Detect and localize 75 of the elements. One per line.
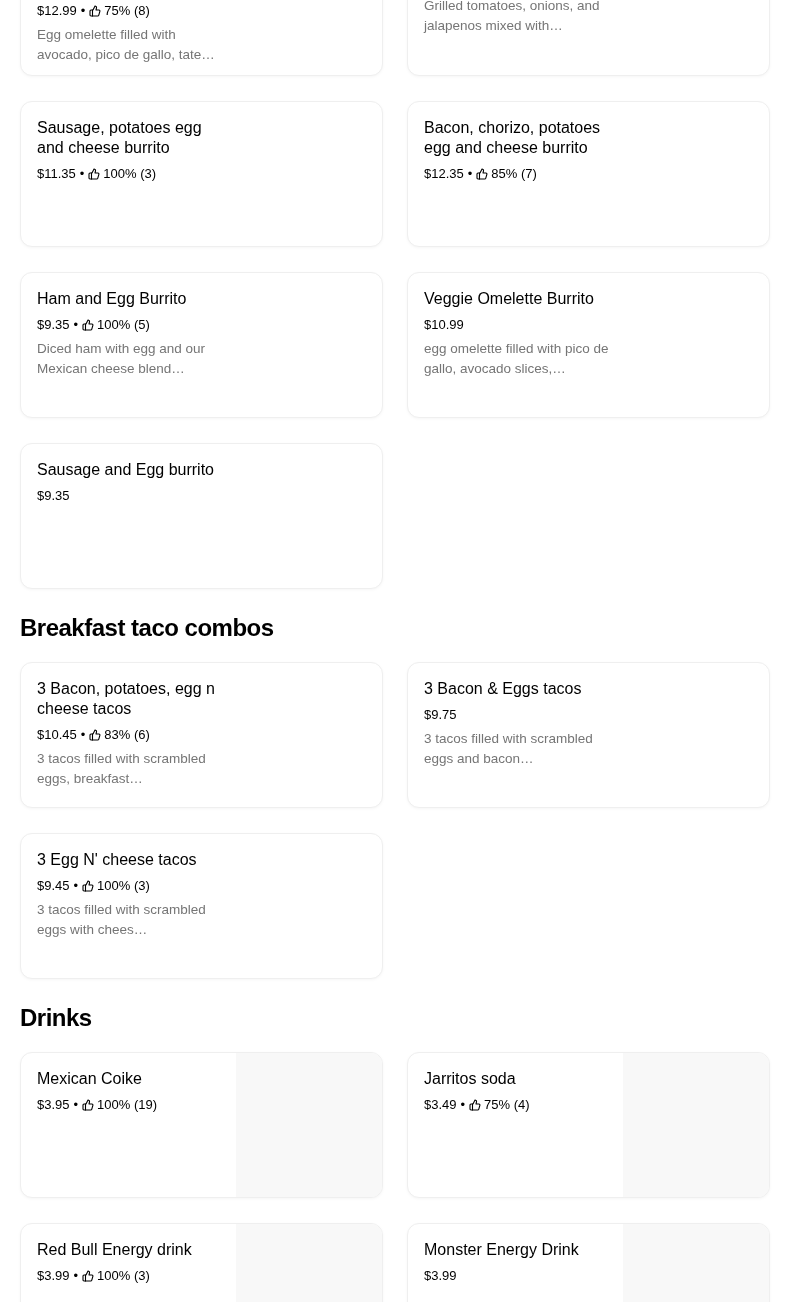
item-rating: 75% (8)	[104, 2, 150, 20]
separator-dot: •	[73, 1096, 79, 1114]
item-price: $9.35	[37, 487, 70, 505]
item-rating: 100% (3)	[103, 165, 157, 183]
item-title: 3 Bacon, potatoes, egg n cheese tacos	[37, 679, 216, 719]
item-price: $3.95	[37, 1096, 70, 1114]
menu-item-card[interactable]: Sausage, potatoes egg and cheese burrito $11.35 • 100% (3)	[20, 101, 383, 247]
item-rating: 100% (3)	[97, 877, 150, 895]
separator-dot: •	[80, 726, 86, 744]
item-description: egg omelette filled with pico de gallo, avocado slices,…	[424, 340, 610, 378]
thumbs-up-icon	[82, 1270, 95, 1282]
item-rating: 100% (5)	[97, 316, 150, 334]
item-price: $10.99	[424, 316, 464, 334]
thumbs-up-icon	[469, 1099, 482, 1111]
item-description: Diced ham with egg and our Mexican cheese blend…	[37, 340, 207, 378]
separator-dot: •	[73, 316, 79, 334]
item-description: 3 tacos filled with scrambled eggs and bacon…	[424, 730, 594, 768]
section-heading: Breakfast taco combos	[20, 613, 275, 643]
item-price: $9.35	[37, 316, 70, 334]
menu-item-card[interactable]: 3 Bacon & Eggs tacos $9.75 3 tacos filled with scrambled eggs and bacon…	[407, 662, 770, 808]
item-rating: 100% (3)	[97, 1267, 150, 1285]
item-price: $9.45	[37, 877, 70, 895]
menu-item-card[interactable]: Grilled tomatoes, onions, and jalapenos mixed with…	[407, 0, 770, 76]
item-title: Veggie Omelette Burrito	[424, 289, 595, 309]
separator-dot: •	[460, 1096, 466, 1114]
item-title: Monster Energy Drink	[424, 1240, 580, 1260]
item-title: Sausage and Egg burrito	[37, 460, 215, 480]
item-price: $11.35	[37, 165, 76, 183]
item-title: Bacon, chorizo, potatoes egg and cheese burrito	[424, 118, 602, 158]
item-price: $3.49	[424, 1096, 457, 1114]
item-description: Egg omelette filled with avocado, pico de gallo, tate…	[37, 26, 216, 64]
item-title: Ham and Egg Burrito	[37, 289, 188, 309]
item-title: 3 Bacon & Eggs tacos	[424, 679, 583, 699]
menu-item-card[interactable]: Monster Energy Drink $3.99	[407, 1223, 770, 1302]
menu-item-card[interactable]: Ham and Egg Burrito $9.35 • 100% (5) Diced ham with egg and our Mexican cheese blend…	[20, 272, 383, 418]
menu-item-card[interactable]: $12.99 • 75% (8) Egg omelette filled with avocado, pico de gallo, tate…	[20, 0, 383, 76]
item-price: $9.75	[424, 706, 457, 724]
item-rating: 75% (4)	[484, 1096, 530, 1114]
section-heading: Drinks	[20, 1003, 93, 1033]
item-price: $10.45	[37, 726, 77, 744]
menu-item-card[interactable]: 3 Bacon, potatoes, egg n cheese tacos $10.45 • 83% (6) 3 tacos filled with scrambled eggs, breakfast…	[20, 662, 383, 808]
item-title: Red Bull Energy drink	[37, 1240, 193, 1260]
separator-dot: •	[467, 165, 473, 183]
item-rating: 83% (6)	[104, 726, 150, 744]
item-title: Mexican Coike	[37, 1069, 143, 1089]
thumbs-up-icon	[82, 880, 95, 892]
item-price: $12.99	[37, 2, 77, 20]
menu-item-card[interactable]: Red Bull Energy drink $3.99 • 100% (3)	[20, 1223, 383, 1302]
menu-item-card[interactable]: Sausage and Egg burrito $9.35	[20, 443, 383, 589]
item-title: Sausage, potatoes egg and cheese burrito	[37, 118, 203, 158]
thumbs-up-icon	[82, 1099, 95, 1111]
menu-item-card[interactable]: 3 Egg N' cheese tacos $9.45 • 100% (3) 3 tacos filled with scrambled eggs with chees…	[20, 833, 383, 979]
separator-dot: •	[80, 2, 86, 20]
thumbs-up-icon	[82, 319, 95, 331]
item-price: $12.35	[424, 165, 464, 183]
item-description: Grilled tomatoes, onions, and jalapenos mixed with…	[424, 0, 601, 35]
item-rating: 85% (7)	[491, 165, 537, 183]
separator-dot: •	[73, 1267, 79, 1285]
menu-item-card[interactable]: Mexican Coike $3.95 • 100% (19)	[20, 1052, 383, 1198]
thumbs-up-icon	[476, 168, 489, 180]
item-description: 3 tacos filled with scrambled eggs, breakfast…	[37, 750, 207, 788]
item-description: 3 tacos filled with scrambled eggs with chees…	[37, 901, 207, 939]
menu-item-card[interactable]: Veggie Omelette Burrito $10.99 egg omelette filled with pico de gallo, avocado slices,…	[407, 272, 770, 418]
menu-item-card[interactable]: Bacon, chorizo, potatoes egg and cheese burrito $12.35 • 85% (7)	[407, 101, 770, 247]
menu-item-card[interactable]: Jarritos soda $3.49 • 75% (4)	[407, 1052, 770, 1198]
item-price: $3.99	[424, 1267, 457, 1285]
item-price: $3.99	[37, 1267, 70, 1285]
thumbs-up-icon	[88, 168, 101, 180]
thumbs-up-icon	[89, 5, 102, 17]
item-rating: 100% (19)	[97, 1096, 158, 1114]
item-title: Jarritos soda	[424, 1069, 517, 1089]
separator-dot: •	[73, 877, 79, 895]
thumbs-up-icon	[89, 729, 102, 741]
separator-dot: •	[79, 165, 85, 183]
item-title: 3 Egg N' cheese tacos	[37, 850, 198, 870]
